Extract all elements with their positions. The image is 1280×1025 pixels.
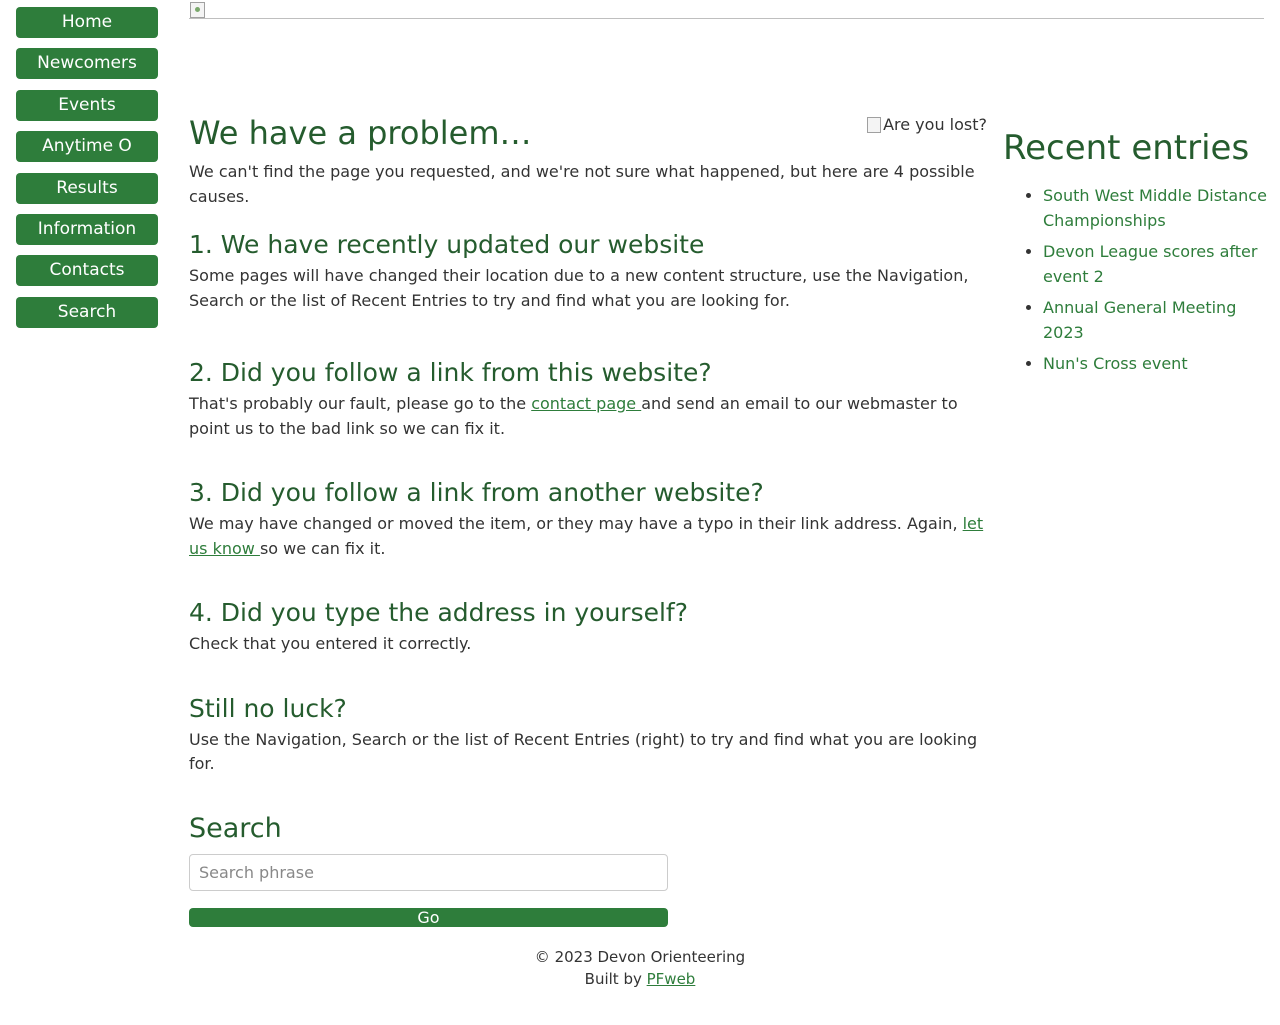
search-form: Search Go [189,811,987,927]
are-you-lost-alt-text: Are you lost? [883,115,987,134]
nav-contacts-button[interactable]: Contacts [16,255,158,287]
recent-entry-link[interactable]: South West Middle Distance Championships [1043,186,1267,230]
list-item: Nun's Cross event [1043,351,1268,376]
nav-search-button[interactable]: Search [16,296,158,328]
still-no-luck-heading: Still no luck? [189,693,347,723]
cause-4-heading: 4. Did you type the address in yourself? [189,598,688,627]
cause-2-heading: 2. Did you follow a link from this websi… [189,358,712,387]
intro-text: We can't find the page you requested, an… [189,162,975,206]
recent-entry-link[interactable]: Annual General Meeting 2023 [1043,298,1236,342]
cause-2-text-start: That's probably our fault, please go to … [189,394,532,413]
built-by-text: Built by [584,970,647,988]
recent-entries-sidebar: Recent entries South West Middle Distanc… [1003,123,1268,382]
cause-2-text: That's probably our fault, please go to … [189,392,987,441]
list-item: South West Middle Distance Championships [1043,183,1268,233]
cause-2-section: 2. Did you follow a link from this websi… [189,356,987,441]
page-footer: © 2023 Devon Orienteering Built by PFweb [0,946,1280,990]
contact-page-link[interactable]: contact page [531,394,641,413]
nav-information-button[interactable]: Information [16,213,158,245]
search-heading: Search [189,812,282,844]
cause-3-text-start: We may have changed or moved the item, o… [189,514,963,533]
cause-1-heading: 1. We have recently updated our website [189,230,705,259]
are-you-lost-image: Are you lost? [867,115,987,134]
nav-events-button[interactable]: Events [16,89,158,121]
cause-3-heading: 3. Did you follow a link from another we… [189,478,764,507]
nav-home-button[interactable]: Home [16,7,158,38]
recent-entries-list: South West Middle Distance Championships… [1003,183,1268,376]
cause-3-text: We may have changed or moved the item, o… [189,512,987,561]
go-button[interactable]: Go [189,907,668,927]
cause-4-text: Check that you entered it correctly. [189,634,472,653]
cause-1-text: Some pages will have changed their locat… [189,266,969,310]
recent-entry-link[interactable]: Nun's Cross event [1043,354,1188,373]
still-no-luck-text: Use the Navigation, Search or the list o… [189,729,978,774]
cause-3-section: 3. Did you follow a link from another we… [189,476,987,561]
main-content: Are you lost? We have a problem… We can'… [189,105,987,927]
recent-entry-link[interactable]: Devon League scores after event 2 [1043,242,1257,286]
list-item: Devon League scores after event 2 [1043,239,1268,289]
header-banner [189,0,1264,19]
broken-image-icon [190,2,205,18]
cause-3-text-end: so we can fix it. [259,538,386,558]
built-by-line: Built by PFweb [0,968,1280,990]
main-navigation: Home Newcomers Events Anytime O Results … [16,7,158,338]
nav-newcomers-button[interactable]: Newcomers [16,48,158,80]
copyright-text: © 2023 Devon Orienteering [534,948,746,966]
recent-entries-heading: Recent entries [1003,128,1250,168]
nav-results-button[interactable]: Results [16,172,158,204]
list-item: Annual General Meeting 2023 [1043,295,1268,345]
cause-1-section: 1. We have recently updated our website … [189,228,987,313]
broken-image-icon [867,116,882,133]
still-no-luck-section: Still no luck? Use the Navigation, Searc… [189,692,987,777]
cause-4-section: 4. Did you type the address in yourself?… [189,596,987,657]
nav-anytime-o-button[interactable]: Anytime O [16,131,158,163]
pfweb-link[interactable]: PFweb [647,970,696,988]
search-input[interactable] [189,853,668,891]
